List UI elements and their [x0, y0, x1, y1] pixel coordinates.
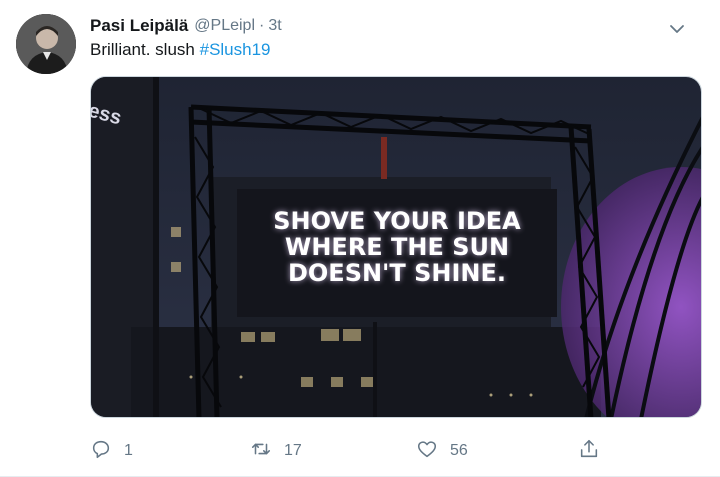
share-icon	[578, 438, 600, 465]
retweet-icon	[250, 438, 272, 465]
avatar[interactable]	[16, 14, 76, 74]
reply-button[interactable]: 1	[90, 436, 133, 466]
like-count: 56	[450, 442, 468, 459]
hashtag-link[interactable]: #Slush19	[200, 40, 271, 59]
separator: ·	[259, 17, 265, 34]
share-button[interactable]	[578, 436, 600, 466]
billboard-line-2: WHERE THE SUN	[285, 233, 509, 261]
tweet-header: Pasi Leipälä @PLeipl · 3t	[90, 14, 700, 38]
retweet-count: 17	[284, 442, 302, 459]
chevron-down-icon[interactable]	[666, 18, 688, 40]
tweet-media-image[interactable]: ess SHOVE YOUR IDEA WHERE THE SUN DOESN'…	[90, 76, 702, 418]
retweet-button[interactable]: 17	[250, 436, 302, 466]
like-button[interactable]: 56	[416, 436, 468, 466]
author-name[interactable]: Pasi Leipälä	[90, 16, 188, 36]
tweet-text: Brilliant. slush #Slush19	[90, 40, 271, 60]
reply-icon	[90, 438, 112, 465]
tweet-text-plain: Brilliant. slush	[90, 40, 200, 59]
reply-count: 1	[124, 442, 133, 459]
tweet-actions: 1 17 56	[90, 436, 610, 466]
billboard-line-3: DOESN'T SHINE.	[288, 259, 506, 287]
heart-icon	[416, 438, 438, 465]
author-handle[interactable]: @PLeipl	[194, 17, 255, 35]
tweet-card[interactable]: Pasi Leipälä @PLeipl · 3t Brilliant. slu…	[0, 0, 720, 477]
billboard-line-1: SHOVE YOUR IDEA	[273, 207, 521, 235]
tweet-time[interactable]: 3t	[268, 17, 281, 35]
